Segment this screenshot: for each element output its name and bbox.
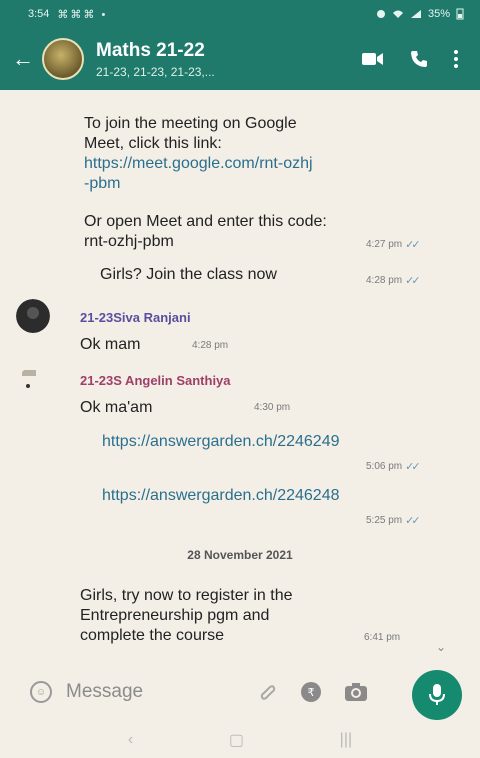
chat-area[interactable]: To join the meeting on Google Meet, clic… [0, 90, 480, 662]
siva-time: 4:28 pm [192, 340, 229, 351]
alarm-icon [376, 10, 385, 18]
avatar-angelin[interactable] [18, 366, 52, 400]
siva-text: Ok mam [80, 336, 141, 353]
message-angelin[interactable]: 21-23S Angelin Santhiya Ok ma'am [80, 371, 231, 418]
group-avatar[interactable] [42, 38, 84, 80]
meet-line1: To join the meeting on Google [84, 115, 297, 132]
angelin-text: Ok ma'am [80, 399, 153, 416]
message-entrepreneur[interactable]: Girls, try now to register in the Entrep… [80, 586, 400, 646]
back-arrow-icon[interactable]: ← [6, 46, 40, 72]
answergarden-link-b[interactable]: https://answergarden.ch/2246248 [102, 487, 340, 504]
read-ticks-icon: ✓✓ [405, 515, 421, 527]
group-title: Maths 21-22 [96, 39, 205, 61]
mic-button[interactable] [412, 670, 462, 720]
read-ticks-icon: ✓✓ [405, 239, 421, 251]
entrepreneur-line2: Entrepreneurship pgm and [80, 607, 270, 624]
sender-angelin[interactable]: 21-23S Angelin Santhiya [80, 371, 231, 391]
meet-line3: Or open Meet and enter this code: [84, 213, 327, 230]
avatar-siva[interactable] [16, 299, 50, 333]
message-siva[interactable]: 21-23Siva Ranjani Ok mam [80, 308, 191, 355]
angelin-time: 4:30 pm [254, 402, 291, 413]
chat-header: ← Maths 21-22 21-23, 21-23, 21-23,... [0, 28, 480, 90]
video-call-icon[interactable] [362, 51, 384, 67]
attach-icon[interactable] [258, 682, 278, 702]
read-ticks-icon: ✓✓ [405, 461, 421, 473]
message-link-b[interactable]: https://answergarden.ch/2246248 [102, 486, 340, 506]
voice-call-icon[interactable] [410, 50, 428, 68]
scroll-down-chevron-icon[interactable]: ⌄ [436, 640, 446, 654]
wifi-icon [392, 10, 403, 18]
entrepreneur-time: 6:41 pm [364, 632, 401, 643]
more-options-icon[interactable] [454, 50, 458, 68]
meet-link-end[interactable]: -pbm [84, 174, 444, 194]
nav-recents-icon[interactable]: ||| [340, 731, 352, 749]
nav-back-icon[interactable]: ‹ [128, 731, 133, 749]
header-titles[interactable]: Maths 21-22 21-23, 21-23, 21-23,... [96, 40, 362, 79]
message-meet[interactable]: To join the meeting on Google Meet, clic… [84, 114, 444, 252]
status-right: 35% [376, 8, 464, 20]
emoji-icon[interactable]: ☺ [30, 681, 52, 703]
status-time: 3:54 [28, 8, 50, 20]
camera-icon[interactable] [344, 682, 368, 702]
battery-text: 35% [427, 8, 450, 20]
nav-home-icon[interactable]: ▢ [229, 730, 244, 750]
notification-icons: ⌘⌘⌘ • [57, 8, 108, 21]
payment-icon[interactable]: ₹ [300, 681, 322, 703]
entrepreneur-line3: complete the course [80, 627, 225, 644]
meet-link[interactable]: https://meet.google.com/rnt-ozhj [84, 154, 444, 174]
link-b-time: 5:25 pm ✓✓ [366, 515, 421, 527]
header-actions [362, 50, 458, 68]
read-ticks-icon: ✓✓ [405, 275, 421, 287]
message-link-a[interactable]: https://answergarden.ch/2246249 [102, 432, 340, 452]
answergarden-link-a[interactable]: https://answergarden.ch/2246249 [102, 433, 340, 450]
message-composer: ☺ Message ₹ [0, 662, 480, 722]
meet-line2: Meet, click this link: [84, 135, 222, 152]
link-a-time: 5:06 pm ✓✓ [366, 461, 421, 473]
group-members: 21-23, 21-23, 21-23,... [96, 64, 215, 79]
battery-icon [456, 8, 464, 20]
entrepreneur-line1: Girls, try now to register in the [80, 587, 293, 604]
sender-siva[interactable]: 21-23Siva Ranjani [80, 308, 191, 328]
status-bar: 3:54 ⌘⌘⌘ • 35% [0, 0, 480, 28]
system-nav-bar: ‹ ▢ ||| [0, 722, 480, 758]
message-input[interactable]: Message [66, 681, 236, 703]
signal-icon [410, 10, 421, 18]
date-divider: 28 November 2021 [187, 548, 293, 562]
message-girls-join[interactable]: Girls? Join the class now [100, 265, 277, 285]
girls-join-time: 4:28 pm ✓✓ [366, 275, 421, 287]
microphone-icon [429, 684, 445, 705]
svg-text:₹: ₹ [308, 687, 315, 699]
meet-time: 4:27 pm ✓✓ [366, 239, 421, 251]
